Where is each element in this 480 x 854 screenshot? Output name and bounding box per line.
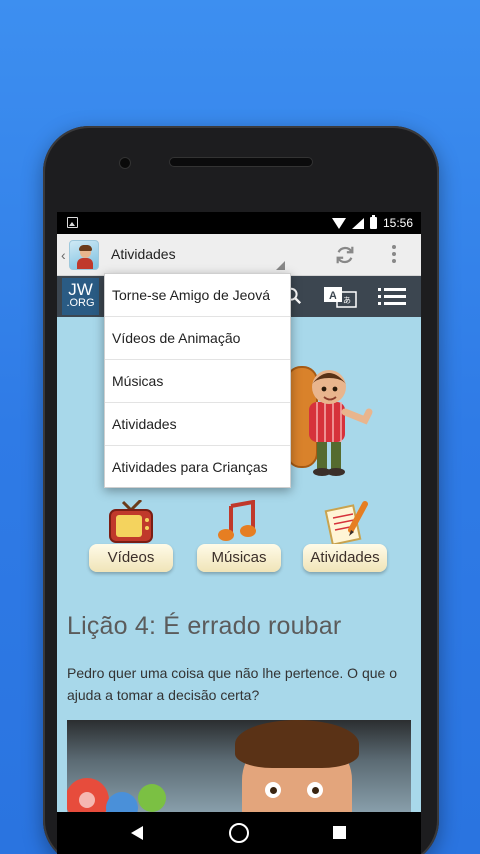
status-time: 15:56 — [382, 216, 413, 230]
front-camera — [119, 157, 131, 169]
boy-character-illustration — [286, 366, 373, 476]
nav-recents-icon[interactable] — [333, 826, 346, 839]
category-music-button[interactable]: Músicas — [197, 500, 281, 576]
wifi-icon — [331, 217, 346, 229]
boy-eye-left — [265, 782, 281, 798]
category-activities-button[interactable]: Atividades — [303, 500, 387, 576]
tv-icon — [109, 500, 153, 543]
boy-hair-illustration — [235, 720, 359, 768]
lesson-description: Pedro quer uma coisa que não lhe pertenc… — [67, 665, 397, 703]
chevron-left-icon[interactable]: ‹ — [61, 247, 66, 263]
jw-logo[interactable]: JW .ORG — [62, 278, 99, 315]
dropdown-item[interactable]: Atividades para Crianças — [105, 446, 290, 489]
notepad-pencil-icon — [324, 501, 368, 544]
svg-text:A: A — [329, 290, 337, 302]
category-videos-label: Vídeos — [89, 544, 173, 572]
overflow-menu-icon[interactable] — [391, 245, 397, 265]
phone-screen: 15:56 ‹ Atividades JW .ORG A あ Vídeos Mú… — [57, 212, 421, 854]
translate-icon[interactable]: A あ — [323, 286, 357, 308]
dropdown-item[interactable]: Atividades — [105, 403, 290, 446]
image-notification-icon — [67, 217, 78, 228]
music-notes-icon — [218, 500, 256, 541]
dropdown-item[interactable]: Torne-se Amigo de Jeová — [105, 274, 290, 317]
refresh-icon[interactable] — [334, 244, 356, 266]
status-bar: 15:56 — [57, 212, 421, 234]
category-music-label: Músicas — [197, 544, 281, 572]
category-activities-label: Atividades — [303, 544, 387, 572]
battery-icon — [369, 215, 377, 229]
category-videos-button[interactable]: Vídeos — [89, 500, 173, 576]
lesson-title[interactable]: Lição 4: É errado roubar — [67, 612, 341, 641]
svg-text:あ: あ — [343, 296, 351, 305]
earpiece-speaker — [169, 157, 313, 167]
lesson-video-thumbnail[interactable] — [67, 720, 411, 820]
spinner-corner-icon — [276, 261, 285, 270]
boy-eye-right — [307, 782, 323, 798]
section-dropdown-menu: Torne-se Amigo de Jeová Vídeos de Animaç… — [104, 273, 291, 488]
menu-list-icon[interactable] — [378, 288, 406, 306]
nav-home-icon[interactable] — [229, 823, 249, 843]
dropdown-item[interactable]: Vídeos de Animação — [105, 317, 290, 360]
candy-balls-illustration — [67, 778, 166, 820]
action-bar: ‹ Atividades — [57, 234, 421, 276]
dropdown-item[interactable]: Músicas — [105, 360, 290, 403]
nav-back-icon[interactable] — [131, 826, 143, 840]
system-nav-bar — [57, 812, 421, 854]
cell-signal-icon — [351, 217, 364, 229]
app-logo-icon[interactable] — [69, 240, 99, 270]
section-spinner[interactable]: Atividades — [111, 246, 176, 262]
